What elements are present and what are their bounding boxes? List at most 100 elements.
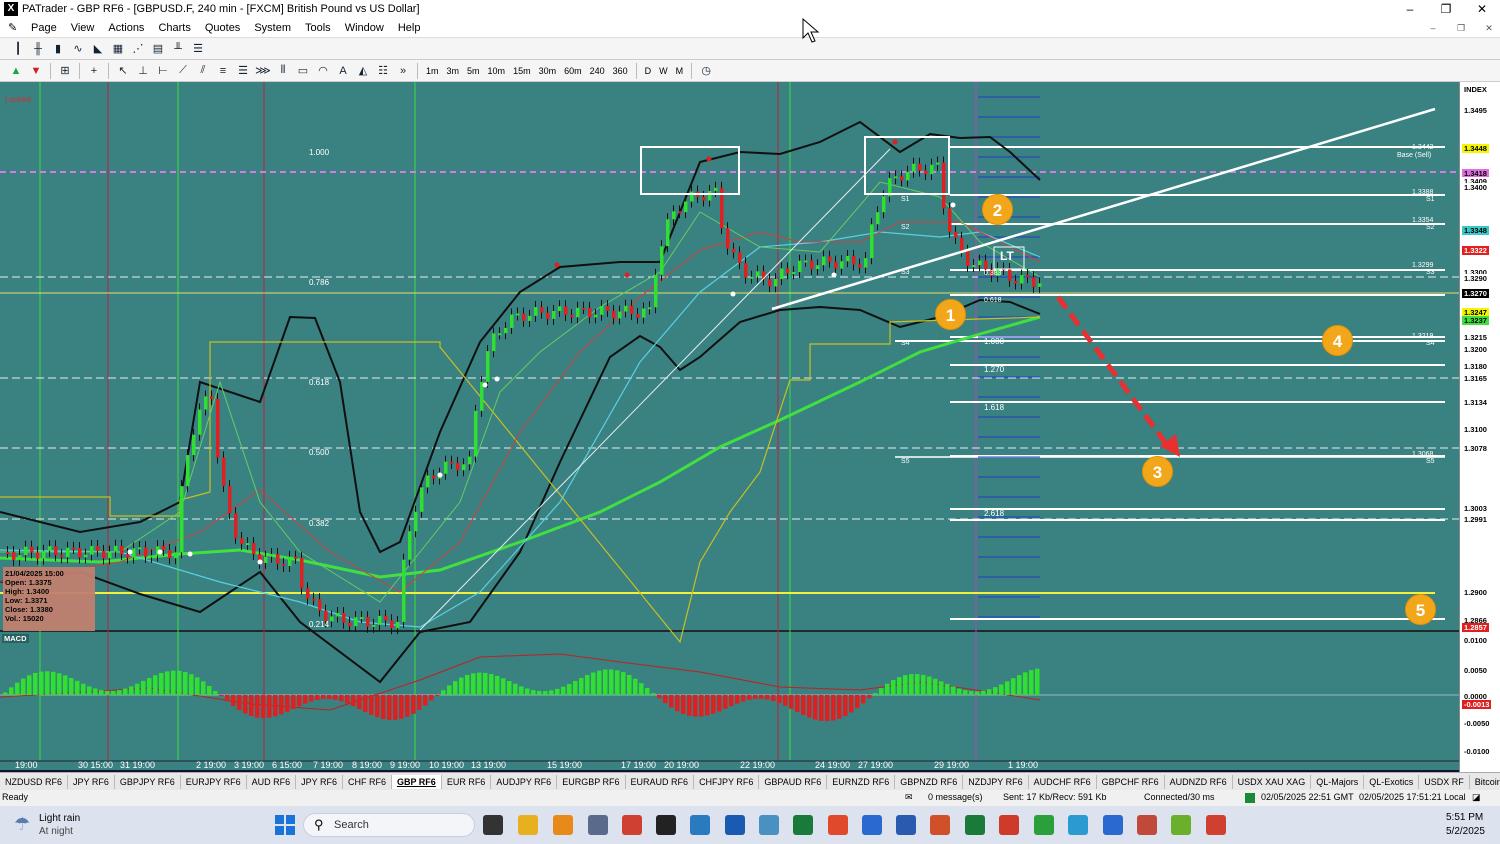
tf-60m[interactable]: 60m <box>560 63 586 79</box>
tf-15m[interactable]: 15m <box>509 63 535 79</box>
mdi-restore-button[interactable]: ❐ <box>1452 21 1470 35</box>
list-icon[interactable]: ☷ <box>374 63 392 79</box>
symbol-tab[interactable]: EURJPY RF6 <box>181 774 247 789</box>
renko-icon[interactable]: ▤ <box>149 41 167 57</box>
telegram-icon[interactable] <box>1068 815 1088 835</box>
weather-icon[interactable]: ☂ <box>14 814 30 835</box>
tf-5m[interactable]: 5m <box>463 63 484 79</box>
taskbar-search[interactable]: ⚲ Search <box>303 813 475 837</box>
symbol-tab[interactable]: CHFJPY RF6 <box>694 774 760 789</box>
symbol-tab[interactable]: USDX XAU XAG <box>1233 774 1312 789</box>
symbol-tab[interactable]: GBPAUD RF6 <box>759 774 828 789</box>
menu-quotes[interactable]: Quotes <box>198 22 247 34</box>
chrome-icon[interactable] <box>622 815 642 835</box>
channel-icon[interactable]: ⫽ <box>194 63 212 79</box>
rect-icon[interactable]: ▭ <box>294 63 312 79</box>
symbol-tab[interactable]: USDX RF <box>1419 774 1470 789</box>
marker-icon[interactable]: ◭ <box>354 63 372 79</box>
symbol-tab[interactable]: AUDCHF RF6 <box>1029 774 1097 789</box>
menu-window[interactable]: Window <box>338 22 391 34</box>
symbol-tab[interactable]: GBPNZD RF6 <box>895 774 964 789</box>
menu-system[interactable]: System <box>247 22 298 34</box>
vline-icon[interactable]: ⊢ <box>154 63 172 79</box>
app-w-icon[interactable] <box>1171 815 1191 835</box>
symbol-tab[interactable]: AUD RF6 <box>247 774 297 789</box>
notes-icon[interactable] <box>725 815 745 835</box>
text-icon[interactable]: A <box>334 63 352 79</box>
symbol-tab[interactable]: EURNZD RF6 <box>827 774 896 789</box>
weather-title[interactable]: Light rain <box>39 813 80 824</box>
tf-10m[interactable]: 10m <box>484 63 510 79</box>
menu-help[interactable]: Help <box>391 22 428 34</box>
whatsapp-wave-icon[interactable] <box>793 815 813 835</box>
candle-chart-icon[interactable]: ▮ <box>49 41 67 57</box>
more-icon[interactable]: » <box>394 63 412 79</box>
mdi-minimize-button[interactable]: – <box>1424 21 1442 35</box>
powerpoint-icon[interactable] <box>930 815 950 835</box>
app-s-blue-icon[interactable] <box>862 815 882 835</box>
symbol-tab[interactable]: GBPJPY RF6 <box>115 774 181 789</box>
app-orange-icon[interactable] <box>553 815 573 835</box>
area-chart-icon[interactable]: ◣ <box>89 41 107 57</box>
ohlc-chart-icon[interactable]: ╫ <box>29 41 47 57</box>
tf-3m[interactable]: 3m <box>443 63 464 79</box>
symbol-tab[interactable]: AUDJPY RF6 <box>491 774 558 789</box>
symbol-tab[interactable]: GBPCHF RF6 <box>1097 774 1165 789</box>
excel-icon[interactable] <box>965 815 985 835</box>
symbol-tab[interactable]: EURGBP RF6 <box>557 774 626 789</box>
symbol-tab[interactable]: EURAUD RF6 <box>626 774 695 789</box>
symbol-tab[interactable]: Bitcoin <box>1470 775 1500 789</box>
fib-ext-icon[interactable]: ☰ <box>234 63 252 79</box>
symbol-tab[interactable]: EUR RF6 <box>442 774 492 789</box>
status-messages[interactable]: 0 message(s) <box>928 792 983 802</box>
gann-icon[interactable]: ⋙ <box>254 63 272 79</box>
menu-actions[interactable]: Actions <box>101 22 151 34</box>
mdi-close-button[interactable]: ✕ <box>1480 21 1498 35</box>
mail-icon[interactable]: ✉ <box>905 792 913 803</box>
symbol-tab[interactable]: NZDUSD RF6 <box>0 774 69 789</box>
bar-chart-icon[interactable]: ┃ <box>9 41 27 57</box>
menu-tools[interactable]: Tools <box>298 22 338 34</box>
clock-time[interactable]: 5:51 PM <box>1446 812 1483 823</box>
app-c-green-icon[interactable] <box>1034 815 1054 835</box>
symbol-tab[interactable]: GBP RF6 <box>391 774 442 789</box>
chart-canvas[interactable] <box>0 82 1459 772</box>
tf-360[interactable]: 360 <box>609 63 632 79</box>
clock-icon[interactable]: ◷ <box>697 63 715 79</box>
symbol-tab[interactable]: QL-Majors <box>1311 774 1365 789</box>
app-c-red-icon[interactable] <box>999 815 1019 835</box>
symbol-tab[interactable]: AUDNZD RF6 <box>1165 774 1233 789</box>
zoom-icon[interactable] <box>1103 815 1123 835</box>
task-view-icon[interactable] <box>483 815 503 835</box>
tf-monthly[interactable]: M <box>672 63 688 79</box>
price-chart[interactable] <box>0 82 1500 772</box>
screen-icon[interactable] <box>759 815 779 835</box>
patrader-icon[interactable] <box>690 815 710 835</box>
price-scale[interactable]: INDEX 1.3495 1.3448 1.3418 1.3409 1.3400 1.334… <box>1459 82 1500 772</box>
trendline-icon[interactable]: ⟋ <box>174 63 192 79</box>
fib-icon[interactable]: ≡ <box>214 63 232 79</box>
tf-weekly[interactable]: W <box>655 63 672 79</box>
sell-icon[interactable]: ▼ <box>27 63 45 79</box>
cursor-icon[interactable]: ↖ <box>114 63 132 79</box>
kagi-icon[interactable]: ╨ <box>169 41 187 57</box>
indicator-icon[interactable]: ⊞ <box>56 63 74 79</box>
symbol-tab[interactable]: QL-Exotics <box>1364 774 1420 789</box>
clock-date[interactable]: 5/2/2025 <box>1446 826 1485 837</box>
tf-1m[interactable]: 1m <box>422 63 443 79</box>
line-chart-icon[interactable]: ∿ <box>69 41 87 57</box>
maximize-button[interactable]: ❐ <box>1428 0 1464 18</box>
app-s-red-icon[interactable] <box>828 815 848 835</box>
file-explorer-icon[interactable] <box>518 815 538 835</box>
heikin-chart-icon[interactable]: ▦ <box>109 41 127 57</box>
word-icon[interactable] <box>896 815 916 835</box>
point-figure-icon[interactable]: ⋰ <box>129 41 147 57</box>
hline-icon[interactable]: ⊥ <box>134 63 152 79</box>
symbol-tab[interactable]: CHF RF6 <box>343 774 392 789</box>
page-menu-icon[interactable]: ✎ <box>8 21 24 34</box>
cycle-icon[interactable]: ⦀ <box>274 63 292 79</box>
range-bar-icon[interactable]: ☰ <box>189 41 207 57</box>
menu-page[interactable]: Page <box>24 22 64 34</box>
trading-app-icon[interactable] <box>656 815 676 835</box>
app-box-icon[interactable] <box>1137 815 1157 835</box>
